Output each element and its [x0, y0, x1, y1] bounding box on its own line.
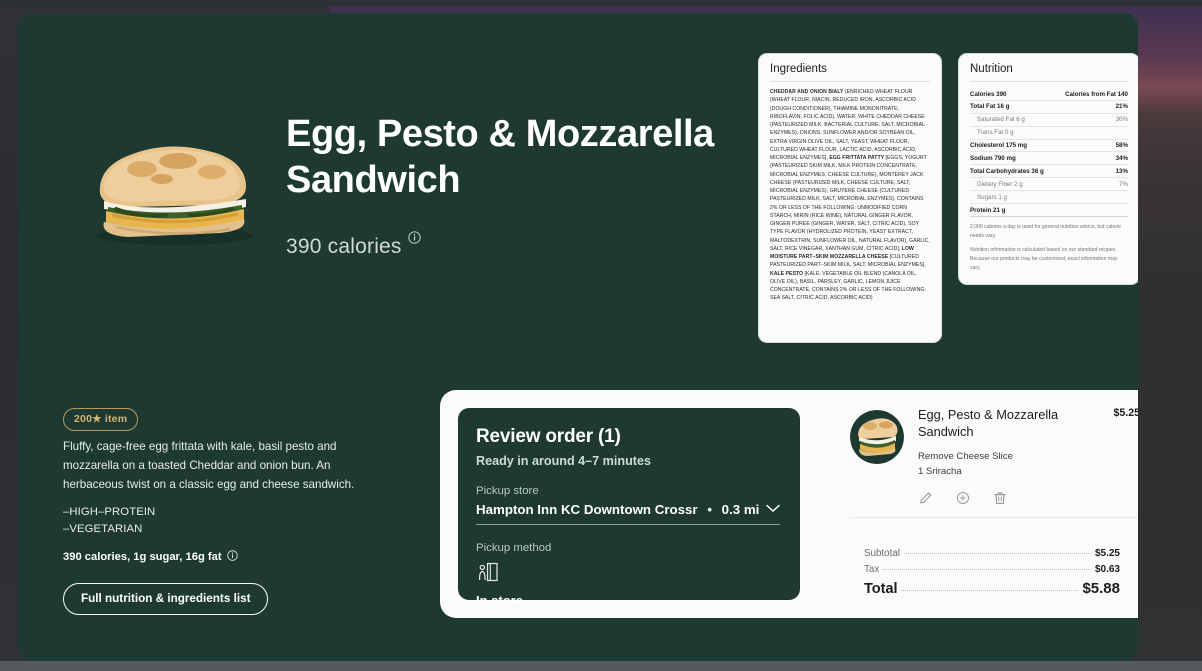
nutrition-row-label: Protein 21 g — [970, 206, 1006, 214]
subtotal-label: Subtotal — [864, 548, 900, 559]
total-dots — [901, 590, 1079, 591]
ingredient-segment-1: (ENRICHED WHEAT FLOUR (WHEAT FLOUR, NIAC… — [770, 89, 925, 161]
nutrition-row-value: 13% — [1115, 167, 1128, 175]
nutrition-card: Nutrition Calories 390 Calories from Fat … — [958, 53, 1138, 285]
sandwich-illustration — [97, 146, 253, 245]
nutrition-row-value: 58% — [1115, 142, 1128, 150]
tax-value: $0.63 — [1094, 564, 1120, 575]
nutrition-row: Saturated Fat 6 g 30% — [970, 114, 1128, 127]
ingredients-heading: Ingredients — [770, 63, 827, 75]
nutrition-heading: Nutrition — [970, 63, 1013, 75]
nutrition-row-value: 34% — [1115, 155, 1128, 163]
cart-item-actions — [918, 490, 1138, 511]
tax-label: Tax — [864, 564, 880, 575]
pickup-store-label: Pickup store — [476, 485, 539, 497]
nutrition-row-label: Total Fat 16 g — [970, 103, 1010, 111]
nutrition-row-label: Trans Fat 0 g — [977, 129, 1014, 137]
cart-item-row: Egg, Pesto & Mozzarella Sandwich $5.25 R… — [850, 406, 1138, 518]
nutrition-row: Sodium 790 mg 34% — [970, 152, 1128, 166]
nutrition-summary-text: 390 calories, 1g sugar, 16g fat — [63, 551, 222, 563]
nutrition-row-label: Saturated Fat 6 g — [977, 116, 1025, 124]
chevron-down-icon[interactable] — [766, 500, 780, 518]
status-badge: 200★ item — [63, 408, 139, 431]
nutrition-row-label: Calories 390 — [970, 90, 1007, 98]
product-panel: Egg, Pesto & Mozzarella Sandwich 390 cal… — [18, 13, 1138, 661]
product-description: Fluffy, cage-free egg frittata with kale… — [63, 440, 355, 491]
pickup-store-selector[interactable]: Hampton Inn KC Downtown Crossr • 0.3 mi — [476, 500, 780, 525]
delete-trash-icon[interactable] — [992, 490, 1008, 511]
edit-pencil-icon[interactable] — [918, 490, 934, 511]
nutrition-note-disclaimer: Nutrition information is calculated base… — [970, 247, 1118, 271]
modification-sriracha: 1 Sriracha — [918, 466, 962, 478]
nutrition-row-value: Calories from Fat 140 — [1065, 90, 1128, 98]
window-bottom-strip — [0, 661, 1202, 671]
tax-dots — [883, 569, 1091, 570]
nutrition-row-value: 21% — [1115, 103, 1128, 111]
tag-high-protein: –HIGH–PROTEIN — [63, 506, 156, 518]
nutrition-row: Sugars 1 g — [970, 191, 1128, 205]
add-to-favorites-icon[interactable] — [955, 490, 971, 511]
pickup-method-value: In store — [476, 593, 523, 608]
nutrition-row-label: Total Carbohydrates 36 g — [970, 167, 1044, 175]
review-order-heading: Review order (1) — [476, 426, 621, 447]
nutrition-row: Calories 390 Calories from Fat 140 — [970, 88, 1128, 101]
full-nutrition-button[interactable]: Full nutrition & ingredients list — [63, 583, 269, 615]
window-top-strip — [0, 0, 1202, 6]
subtotal-dots — [903, 553, 1091, 554]
pickup-store-name: Hampton Inn KC Downtown Crossr • 0.3 mi — [476, 502, 759, 517]
nutrition-row: Trans Fat 0 g — [970, 127, 1128, 140]
in-store-icon — [476, 560, 780, 589]
total-row: Total $5.88 — [864, 580, 1120, 597]
cart-item-name: Egg, Pesto & Mozzarella Sandwich — [918, 407, 1059, 440]
ingredient-segment-2: EGG FRITTATA PATTY — [829, 155, 886, 161]
tag-vegetarian: –VEGETARIAN — [63, 523, 143, 536]
pickup-method-label: Pickup method — [476, 542, 552, 554]
nutrition-rows: Calories 390 Calories from Fat 140 Total F… — [970, 88, 1128, 217]
nutrition-row: Dietary Fiber 2 g 7% — [970, 178, 1128, 192]
total-label: Total — [864, 581, 898, 597]
calories-info-icon[interactable] — [408, 231, 421, 249]
ingredient-segment-6: KALE PESTO — [770, 270, 805, 277]
ready-time-text: Ready in around 4–7 minutes — [476, 454, 651, 468]
product-hero-image — [70, 123, 280, 248]
nutrition-row-value: 7% — [1119, 180, 1128, 188]
calories-row: 390 calories — [286, 231, 421, 259]
product-tags: –HIGH–PROTEIN –VEGETARIAN — [63, 504, 155, 538]
subtotal-row: Subtotal $5.25 — [864, 548, 1120, 559]
store-separator: • — [707, 501, 712, 517]
ingredient-segment-0: CHEDDAR AND ONION BIALY — [770, 89, 845, 95]
ingredients-divider — [770, 81, 930, 82]
nutrition-row: Total Fat 16 g 21% — [970, 101, 1128, 114]
nutrition-row: Protein 21 g — [970, 204, 1128, 217]
modification-remove-cheese: Remove Cheese Slice — [918, 450, 1013, 462]
nutrition-row-value: 30% — [1115, 116, 1128, 124]
tax-row: Tax $0.63 — [864, 564, 1120, 575]
nutrition-divider — [970, 81, 1128, 82]
nutrition-row: Total Carbohydrates 36 g 13% — [970, 165, 1128, 179]
nutrition-row-label: Sodium 790 mg — [970, 155, 1016, 163]
nutrition-summary: 390 calories, 1g sugar, 16g fat — [63, 550, 238, 564]
nutrition-row-label: Cholesterol 175 mg — [970, 142, 1028, 150]
ingredient-segment-3: [EGGS, YOGURT (PASTEURIZED SKIM MILK, MI… — [770, 155, 930, 252]
calories-text: 390 calories — [286, 235, 402, 258]
nutrition-row-label: Dietary Fiber 2 g — [977, 180, 1023, 188]
nutrition-row-label: Sugars 1 g — [977, 193, 1007, 201]
order-totals: Subtotal $5.25 Tax $0.63 Total $5.88 — [864, 548, 1120, 602]
total-value: $5.88 — [1082, 580, 1120, 597]
ingredients-card: Ingredients CHEDDAR AND ONION BIALY (ENR… — [758, 53, 942, 343]
cart-item-title-row: Egg, Pesto & Mozzarella Sandwich $5.25 — [918, 406, 1138, 441]
nutrition-note-calories: 2,000 calories a day is used for general… — [970, 223, 1121, 239]
store-name-text: Hampton Inn KC Downtown Crossr — [476, 501, 698, 517]
cart-item-price: $5.25 — [1113, 407, 1138, 419]
cart-item-details: Egg, Pesto & Mozzarella Sandwich $5.25 R… — [918, 406, 1138, 517]
cart-item-thumbnail — [850, 410, 904, 464]
cart-item-modifications: Remove Cheese Slice 1 Sriracha — [918, 449, 1138, 481]
nutrition-row: Cholesterol 175 mg 58% — [970, 140, 1128, 153]
nutrition-summary-info-icon[interactable] — [226, 550, 238, 564]
store-distance: 0.3 mi — [721, 501, 760, 517]
page-title: Egg, Pesto & Mozzarella Sandwich — [286, 113, 714, 202]
subtotal-value: $5.25 — [1094, 548, 1120, 559]
ingredients-body: CHEDDAR AND ONION BIALY (ENRICHED WHEAT … — [770, 88, 930, 303]
review-order-panel: Review order (1) Ready in around 4–7 min… — [458, 408, 800, 608]
